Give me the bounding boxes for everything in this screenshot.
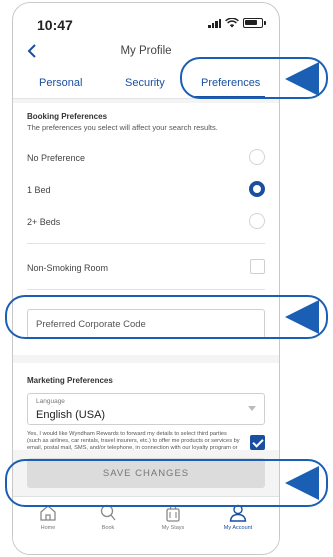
non-smoking-option[interactable]: Non-Smoking Room — [27, 255, 265, 285]
wifi-icon — [225, 18, 239, 28]
battery-icon — [243, 18, 266, 28]
signal-icon — [208, 18, 221, 28]
divider — [27, 289, 265, 290]
language-caption: Language — [36, 398, 65, 405]
callout-save-changes — [5, 459, 328, 507]
bed-option-label: 1 Bed — [27, 185, 51, 195]
nav-item-my-stays[interactable]: My Stays — [148, 503, 198, 531]
bed-option-label: 2+ Beds — [27, 217, 61, 227]
divider — [27, 243, 265, 244]
bed-option-1-bed[interactable]: 1 Bed — [27, 177, 265, 207]
language-select[interactable]: Language English (USA) — [27, 393, 265, 425]
radio-button[interactable] — [249, 149, 265, 165]
tab-personal[interactable]: Personal — [39, 77, 82, 89]
nav-label: My Account — [223, 525, 253, 531]
marketing-consent-checkbox[interactable] — [250, 435, 265, 450]
nav-item-home[interactable]: Home — [23, 503, 73, 531]
status-icons — [208, 18, 266, 28]
tab-security[interactable]: Security — [125, 77, 165, 89]
booking-preferences-section: Booking Preferences The preferences you … — [13, 103, 279, 295]
booking-section-description: The preferences you select will affect y… — [27, 123, 218, 132]
nav-label: Book — [101, 525, 115, 531]
callout-arrow-icon — [285, 466, 319, 500]
nav-item-book[interactable]: Book — [83, 503, 133, 531]
nav-item-my-account[interactable]: My Account — [213, 503, 263, 531]
marketing-preferences-section: Marketing Preferences Language English (… — [13, 363, 279, 463]
page-title: My Profile — [120, 45, 172, 57]
status-time: 10:47 — [37, 17, 73, 33]
chevron-down-icon — [248, 406, 256, 411]
callout-arrow-icon — [285, 300, 319, 334]
callout-corporate-code — [5, 295, 328, 339]
nav-label: Home — [40, 525, 56, 531]
language-value: English (USA) — [36, 409, 106, 421]
nav-label: My Stays — [161, 525, 185, 531]
status-bar: 10:47 — [13, 3, 279, 37]
marketing-section-title: Marketing Preferences — [27, 376, 113, 385]
bed-option-2-beds[interactable]: 2+ Beds — [27, 209, 265, 239]
radio-button-selected[interactable] — [249, 181, 265, 197]
radio-button[interactable] — [249, 213, 265, 229]
callout-arrow-icon — [285, 62, 319, 96]
non-smoking-label: Non-Smoking Room — [27, 263, 109, 273]
bed-option-no-preference[interactable]: No Preference — [27, 145, 265, 175]
non-smoking-checkbox[interactable] — [250, 259, 265, 274]
booking-section-title: Booking Preferences — [27, 112, 108, 121]
bed-option-label: No Preference — [27, 153, 86, 163]
